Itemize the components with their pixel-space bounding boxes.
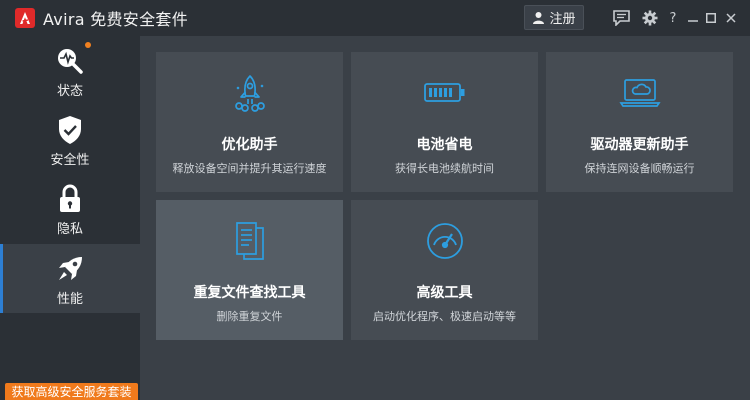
tile-description: 保持连网设备顺畅运行 — [584, 162, 695, 175]
sidebar-item-label: 安全性 — [50, 153, 90, 168]
user-icon — [533, 12, 545, 24]
maximize-icon — [706, 13, 716, 23]
sidebar-item-performance[interactable]: 性能 — [0, 244, 140, 313]
tile-description: 获得长电池续航时间 — [395, 162, 494, 175]
title-bar: Avira 免费安全套件 — [0, 0, 750, 36]
upgrade-promo-button[interactable]: 获取高级安全服务套装 — [5, 383, 138, 400]
rocket-icon — [56, 252, 84, 286]
register-button[interactable]: 注册 — [524, 5, 584, 30]
heart-pulse-search-icon — [55, 42, 91, 78]
close-icon — [726, 13, 736, 23]
sidebar-item-label: 状态 — [56, 84, 83, 99]
close-button[interactable] — [724, 8, 738, 28]
feedback-button[interactable] — [611, 8, 631, 28]
tile-description: 启动优化程序、极速启动等等 — [373, 310, 516, 323]
feedback-icon — [612, 10, 630, 26]
register-label: 注册 — [549, 12, 576, 27]
sidebar-item-label: 性能 — [56, 292, 83, 307]
tile-advanced-tools[interactable]: 高级工具 启动优化程序、极速启动等等 — [351, 200, 538, 340]
shield-check-icon — [57, 113, 83, 147]
gauge-icon — [425, 222, 465, 260]
rocket-launch-icon — [230, 74, 270, 112]
tile-duplicate-finder[interactable]: 重复文件查找工具 删除重复文件 — [156, 200, 343, 340]
sidebar: 状态 安全性 隐私 性能 — [0, 36, 140, 400]
gear-icon — [642, 10, 658, 26]
tile-title: 电池省电 — [416, 137, 473, 153]
sidebar-item-privacy[interactable]: 隐私 — [0, 174, 140, 243]
sidebar-item-status[interactable]: 状态 — [0, 36, 140, 105]
tile-description: 删除重复文件 — [216, 310, 283, 323]
tile-title: 重复文件查找工具 — [193, 285, 306, 301]
help-button[interactable]: ? — [666, 8, 680, 28]
minimize-button[interactable] — [686, 8, 700, 28]
performance-panel: 优化助手 释放设备空间并提升其运行速度 电池省电 获得长电池续航时间 驱动器更新… — [140, 36, 750, 400]
duplicate-files-icon — [232, 222, 268, 260]
status-notification-dot — [85, 42, 91, 48]
maximize-button[interactable] — [704, 8, 718, 28]
laptop-cloud-icon — [618, 74, 661, 112]
tile-title: 驱动器更新助手 — [590, 137, 689, 153]
tile-optimizer[interactable]: 优化助手 释放设备空间并提升其运行速度 — [156, 52, 343, 192]
sidebar-item-security[interactable]: 安全性 — [0, 105, 140, 174]
tile-driver-updater[interactable]: 驱动器更新助手 保持连网设备顺畅运行 — [546, 52, 733, 192]
tile-description: 释放设备空间并提升其运行速度 — [172, 162, 327, 175]
settings-button[interactable] — [640, 8, 660, 28]
battery-icon — [423, 74, 466, 112]
tile-title: 优化助手 — [221, 137, 278, 153]
tile-title: 高级工具 — [416, 285, 473, 301]
avira-logo-icon — [15, 8, 35, 28]
sidebar-item-label: 隐私 — [56, 222, 83, 237]
tile-battery-saver[interactable]: 电池省电 获得长电池续航时间 — [351, 52, 538, 192]
app-title: Avira 免费安全套件 — [43, 10, 188, 29]
minimize-icon — [688, 20, 698, 22]
lock-icon — [59, 182, 81, 216]
